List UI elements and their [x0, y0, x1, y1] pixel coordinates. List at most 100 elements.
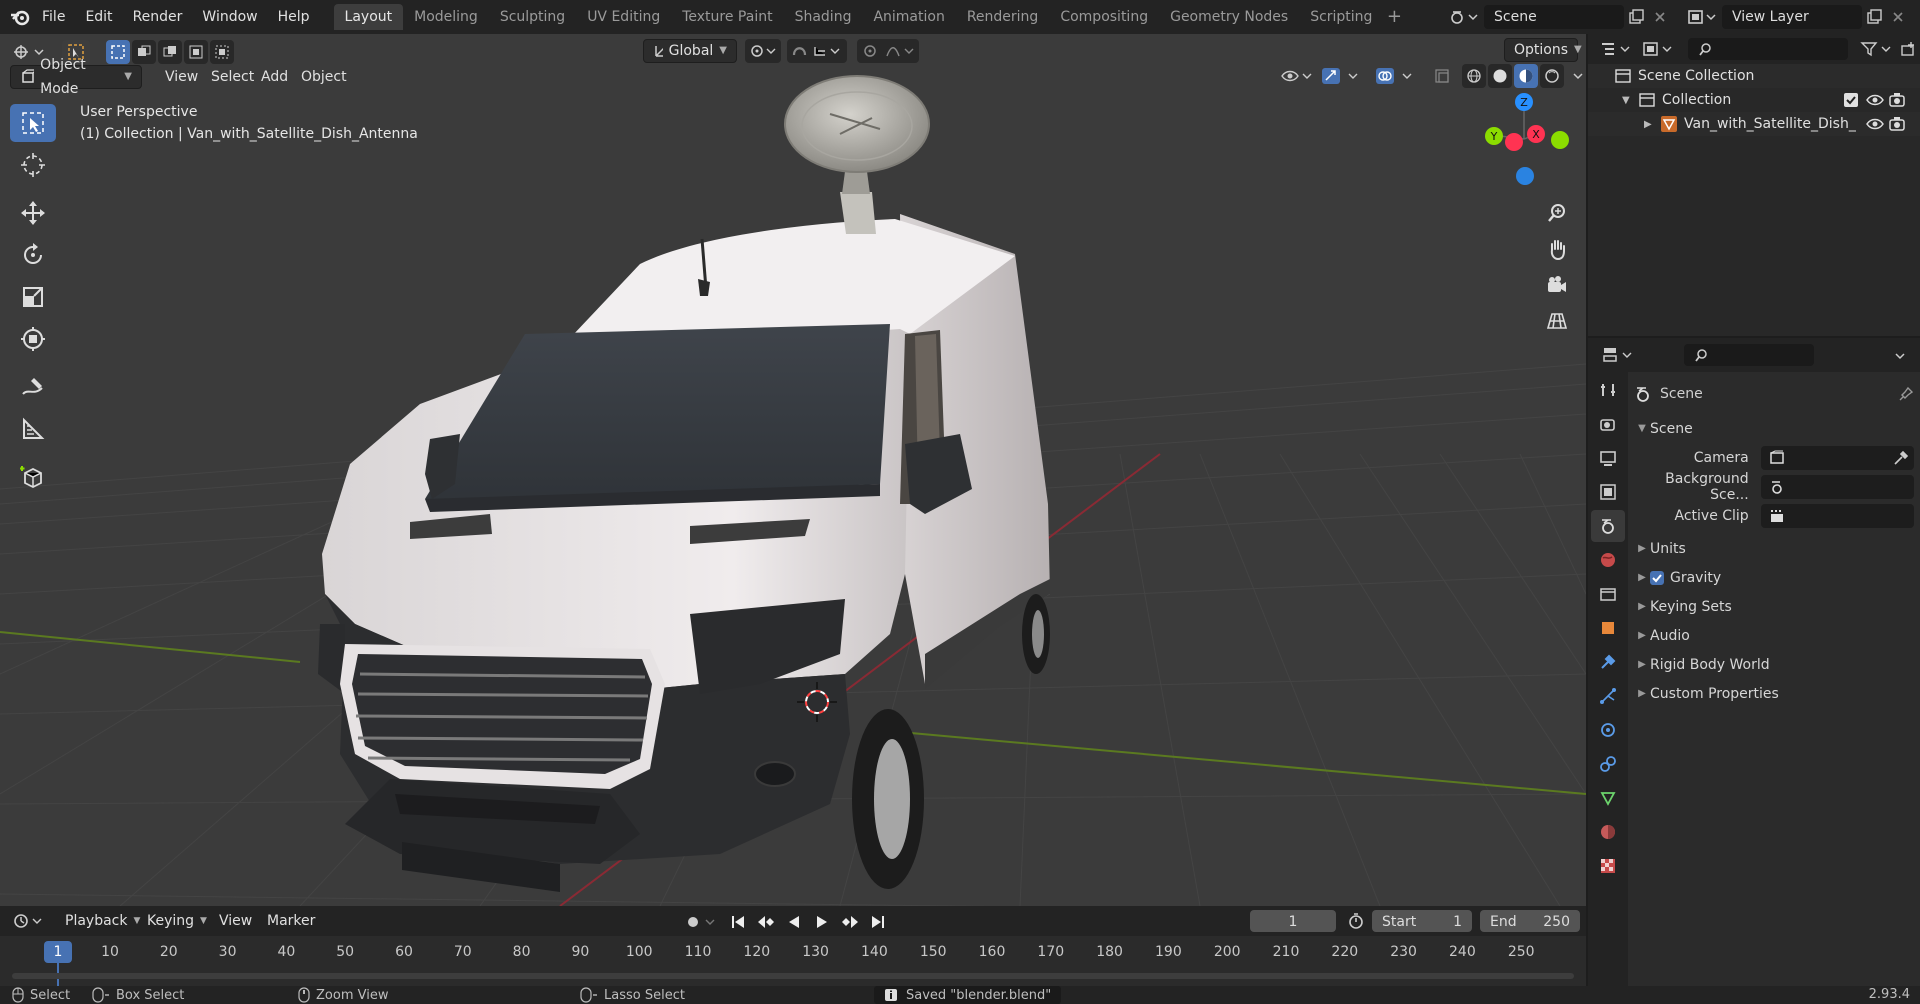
- pin-icon[interactable]: [1898, 386, 1914, 402]
- playback-menu[interactable]: Playback ▼: [56, 909, 149, 933]
- tab-shading[interactable]: Shading: [784, 4, 863, 30]
- view-layer-tab-icon[interactable]: [1591, 476, 1625, 508]
- delete-scene-icon[interactable]: [1648, 5, 1672, 29]
- tab-texture-paint[interactable]: Texture Paint: [671, 4, 783, 30]
- expand-chevron-icon[interactable]: ▼: [1622, 95, 1638, 106]
- new-scene-icon[interactable]: [1624, 5, 1648, 29]
- timeline-ruler[interactable]: 1 10 20 30 40 50 60 70 80 90 100 110 120 130 140 150 160…: [0, 936, 1586, 986]
- scale-tool-icon[interactable]: [10, 278, 56, 316]
- tab-geometry-nodes[interactable]: Geometry Nodes: [1159, 4, 1299, 30]
- annotate-tool-icon[interactable]: [10, 368, 56, 406]
- navigation-gizmo[interactable]: Z Y X: [1470, 84, 1570, 194]
- tab-sculpting[interactable]: Sculpting: [489, 4, 576, 30]
- background-scene-field[interactable]: [1760, 474, 1914, 499]
- blender-logo-icon[interactable]: [8, 5, 32, 29]
- tab-animation[interactable]: Animation: [862, 4, 955, 30]
- timeline-scrollbar[interactable]: [12, 973, 1574, 979]
- tool-tab-icon[interactable]: [1591, 374, 1625, 406]
- expand-chevron-icon[interactable]: ▶: [1644, 119, 1660, 130]
- menu-render[interactable]: Render: [123, 0, 193, 34]
- view-layer-name-field[interactable]: View Layer: [1722, 5, 1862, 29]
- timeline-view-menu[interactable]: View: [210, 909, 261, 933]
- gravity-panel-header[interactable]: ▶ Gravity: [1634, 563, 1914, 592]
- scene-name-field[interactable]: Scene: [1484, 5, 1624, 29]
- snap-icon[interactable]: [787, 39, 847, 63]
- measure-tool-icon[interactable]: [10, 410, 56, 448]
- properties-options-chevron-icon[interactable]: [1888, 344, 1912, 368]
- tab-modeling[interactable]: Modeling: [403, 4, 489, 30]
- gizmo-neg-y-axis[interactable]: [1551, 131, 1569, 149]
- timeline-editor-type-icon[interactable]: [10, 909, 46, 933]
- render-tab-icon[interactable]: [1591, 408, 1625, 440]
- pivot-point-icon[interactable]: [745, 39, 781, 63]
- keying-menu[interactable]: Keying ▼: [138, 909, 216, 933]
- collection-tab-icon[interactable]: [1591, 578, 1625, 610]
- gravity-checkbox[interactable]: [1650, 570, 1664, 585]
- outliner-row-collection[interactable]: ▼ Collection: [1588, 88, 1920, 112]
- cursor-tool-icon[interactable]: [10, 146, 56, 184]
- pan-hand-icon[interactable]: [1540, 232, 1574, 266]
- camera-view-icon[interactable]: [1540, 268, 1574, 302]
- tab-scripting[interactable]: Scripting: [1299, 4, 1383, 30]
- select-intersect-icon[interactable]: [210, 40, 234, 64]
- auto-keying-icon[interactable]: [682, 910, 722, 934]
- select-extend-icon[interactable]: [132, 40, 156, 64]
- constraints-tab-icon[interactable]: [1591, 748, 1625, 780]
- outliner-row-van-object[interactable]: ▶ Van_with_Satellite_Dish_: [1588, 112, 1920, 136]
- texture-tab-icon[interactable]: [1591, 850, 1625, 882]
- tab-layout[interactable]: Layout: [333, 4, 404, 30]
- view-layer-browse-icon[interactable]: [1684, 5, 1720, 29]
- menu-edit[interactable]: Edit: [75, 0, 122, 34]
- active-clip-field[interactable]: [1760, 503, 1914, 528]
- rotate-tool-icon[interactable]: [10, 236, 56, 274]
- scene-tab-icon[interactable]: [1591, 510, 1625, 542]
- overlays-toggle-icon[interactable]: [1374, 64, 1416, 88]
- eyedropper-icon[interactable]: [1892, 450, 1908, 466]
- start-frame-field[interactable]: Start 1: [1372, 910, 1472, 932]
- new-view-layer-icon[interactable]: [1862, 5, 1886, 29]
- modifier-tab-icon[interactable]: [1591, 646, 1625, 678]
- proportional-editing-icon[interactable]: [857, 39, 919, 63]
- current-frame-field[interactable]: 1: [1250, 910, 1336, 932]
- object-render-camera-icon[interactable]: [1888, 116, 1906, 132]
- display-mode-icon[interactable]: [1640, 37, 1676, 61]
- tab-compositing[interactable]: Compositing: [1049, 4, 1159, 30]
- delete-view-layer-icon[interactable]: [1886, 5, 1910, 29]
- gizmo-neg-z-axis[interactable]: [1516, 167, 1534, 185]
- visibility-eye-icon[interactable]: [1278, 64, 1314, 88]
- transform-orientation-dropdown[interactable]: Global ▼: [643, 39, 737, 63]
- menu-help[interactable]: Help: [268, 0, 320, 34]
- keying-sets-panel-header[interactable]: ▶ Keying Sets: [1634, 592, 1914, 621]
- world-tab-icon[interactable]: [1591, 544, 1625, 576]
- add-workspace-button[interactable]: +: [1383, 6, 1405, 28]
- viewport-scene[interactable]: [0, 34, 1586, 906]
- collection-visibility-eye-icon[interactable]: [1866, 92, 1884, 108]
- audio-panel-header[interactable]: ▶ Audio: [1634, 621, 1914, 650]
- xray-toggle-icon[interactable]: [1430, 64, 1454, 88]
- end-frame-field[interactable]: End 250: [1480, 910, 1580, 932]
- 3d-viewport[interactable]: Global ▼ Options ▼ Object Mode ▼ View Se…: [0, 34, 1586, 906]
- camera-field[interactable]: [1760, 445, 1914, 470]
- marker-menu[interactable]: Marker: [258, 909, 324, 933]
- outliner-search-input[interactable]: [1688, 38, 1848, 60]
- play-reverse-icon[interactable]: [782, 910, 806, 934]
- tab-rendering[interactable]: Rendering: [956, 4, 1050, 30]
- gizmo-neg-x-axis[interactable]: [1505, 133, 1523, 151]
- scene-browse-icon[interactable]: [1446, 5, 1482, 29]
- properties-search-input[interactable]: [1684, 344, 1814, 366]
- viewport-menu-view[interactable]: View: [156, 65, 207, 89]
- custom-properties-panel-header[interactable]: ▶ Custom Properties: [1634, 679, 1914, 708]
- perspective-toggle-icon[interactable]: [1540, 304, 1574, 338]
- add-cube-tool-icon[interactable]: [10, 458, 56, 496]
- move-tool-icon[interactable]: [10, 194, 56, 232]
- physics-tab-icon[interactable]: [1591, 714, 1625, 746]
- transform-tool-icon[interactable]: [10, 320, 56, 358]
- menu-window[interactable]: Window: [192, 0, 267, 34]
- menu-file[interactable]: File: [32, 0, 75, 34]
- object-mode-dropdown[interactable]: Object Mode ▼: [10, 57, 142, 97]
- object-tab-icon[interactable]: [1591, 612, 1625, 644]
- jump-keyframe-forward-icon[interactable]: [838, 910, 862, 934]
- material-tab-icon[interactable]: [1591, 816, 1625, 848]
- options-dropdown[interactable]: Options ▼: [1504, 38, 1582, 62]
- filter-icon[interactable]: [1858, 37, 1896, 61]
